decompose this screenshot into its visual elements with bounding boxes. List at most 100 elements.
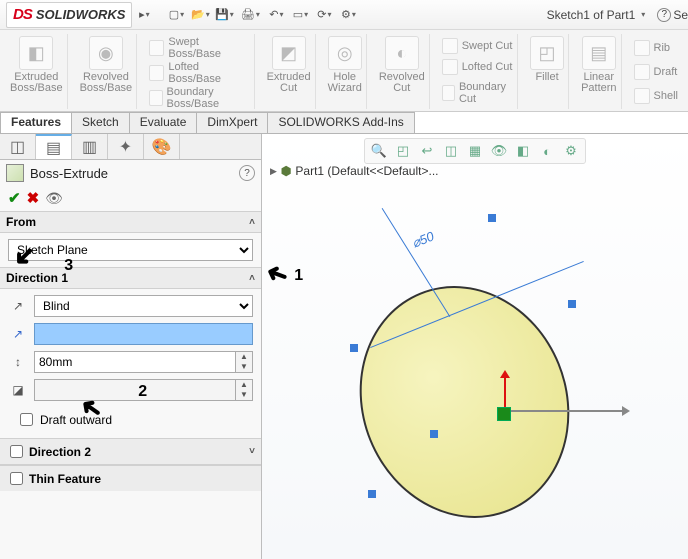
ribbon-lofted-cut[interactable]: Lofted Cut xyxy=(442,59,513,75)
new-doc-button[interactable]: ▢▾ xyxy=(165,4,187,26)
ribbon-draft[interactable]: Draft xyxy=(634,64,678,80)
title-bar: DS SOLIDWORKS ▸▾ ▢▾ 📂▾ 💾▾ 🖨▾ ↶▾ ▭▾ ⟳▾ ⚙▾… xyxy=(0,0,688,30)
ribbon-hole-wizard[interactable]: ◎Hole Wizard xyxy=(324,34,367,109)
property-manager: ◫ ▤ ▥ ✦ 🎨 Boss-Extrude ? ✔ ✖ 👁 From ˄ Sk… xyxy=(0,134,262,559)
from-label: From xyxy=(6,215,36,229)
graphics-viewport[interactable]: 🔍 ◰ ↩ ◫ ▦ 👁 ◧ ◐ ⚙ ▶ ⬢ Part1 (Default<<De… xyxy=(262,134,688,559)
save-button[interactable]: 💾▾ xyxy=(213,4,235,26)
select-button[interactable]: ▭▾ xyxy=(289,4,311,26)
feature-help-icon[interactable]: ? xyxy=(239,165,255,181)
pm-tab-dimxpert-icon[interactable]: ✦ xyxy=(108,134,144,159)
feature-title: Boss-Extrude xyxy=(30,166,108,181)
tab-addins[interactable]: SOLIDWORKS Add-Ins xyxy=(267,112,414,133)
zoom-area-icon[interactable]: ◰ xyxy=(393,141,413,161)
extrude-direction-arrow[interactable] xyxy=(504,410,624,412)
depth-icon: ↕ xyxy=(8,352,28,372)
print-button[interactable]: 🖨▾ xyxy=(237,3,263,27)
cancel-button[interactable]: ✖ xyxy=(27,189,40,207)
direction2-header[interactable]: Direction 2 ˅ xyxy=(0,438,261,465)
open-doc-button[interactable]: 📂▾ xyxy=(189,4,211,26)
chevron-up-icon: ˄ xyxy=(249,273,255,284)
appearance-icon[interactable]: ◧ xyxy=(513,141,533,161)
tab-dimxpert[interactable]: DimXpert xyxy=(196,112,268,133)
rebuild-button[interactable]: ⟳▾ xyxy=(313,4,335,26)
logo-text: SOLIDWORKS xyxy=(36,7,126,22)
ribbon-revolved-cut[interactable]: ◐Revolved Cut xyxy=(375,34,430,109)
tab-evaluate[interactable]: Evaluate xyxy=(129,112,198,133)
ribbon-shell[interactable]: Shell xyxy=(634,88,678,104)
thin-feature-header[interactable]: Thin Feature xyxy=(0,465,261,491)
ribbon-extruded-boss[interactable]: ◧Extruded Boss/Base xyxy=(6,34,68,109)
section-view-icon[interactable]: ◫ xyxy=(441,141,461,161)
hide-show-icon[interactable]: 👁 xyxy=(489,141,509,161)
depth-input[interactable] xyxy=(34,351,235,373)
prev-view-icon[interactable]: ↩ xyxy=(417,141,437,161)
pm-tab-config-icon[interactable]: ▥ xyxy=(72,134,108,159)
undo-button[interactable]: ↶▾ xyxy=(265,4,287,26)
ribbon-boss-group: Swept Boss/Base Lofted Boss/Base Boundar… xyxy=(145,34,254,109)
ribbon-revolved-boss[interactable]: ◉Revolved Boss/Base xyxy=(76,34,138,109)
view-toolbar: 🔍 ◰ ↩ ◫ ▦ 👁 ◧ ◐ ⚙ xyxy=(364,138,586,164)
reverse-direction-icon[interactable]: ↗ xyxy=(8,296,28,316)
app-logo: DS SOLIDWORKS xyxy=(6,2,132,28)
draft-angle-input xyxy=(34,379,235,401)
scene-icon[interactable]: ◐ xyxy=(537,141,557,161)
options-button[interactable]: ⚙▾ xyxy=(337,4,359,26)
command-tabs: Features Sketch Evaluate DimXpert SOLIDW… xyxy=(0,112,688,134)
annotation-1: ➜ 1 xyxy=(266,262,301,289)
display-style-icon[interactable]: ▦ xyxy=(465,141,485,161)
ribbon-linear-pattern[interactable]: ▤Linear Pattern xyxy=(577,34,621,109)
draft-spinner: ▲▼ xyxy=(235,379,253,401)
annotation-2: ➜ 2 xyxy=(80,396,115,423)
help-label: Se xyxy=(673,8,688,22)
thin-feature-checkbox[interactable] xyxy=(10,472,23,485)
ribbon-rib[interactable]: Rib xyxy=(634,40,671,56)
draft-outward-checkbox[interactable] xyxy=(20,413,33,426)
direction1-label: Direction 1 xyxy=(6,271,68,285)
ribbon-lofted-boss[interactable]: Lofted Boss/Base xyxy=(149,61,249,85)
pm-tab-appearance-icon[interactable]: 🎨 xyxy=(144,134,180,159)
origin-marker-icon xyxy=(497,407,511,421)
model-preview: ⌀50 xyxy=(302,194,682,554)
direction-vector-field[interactable] xyxy=(34,323,253,345)
thin-feature-label: Thin Feature xyxy=(29,472,101,486)
pm-tab-feature-tree-icon[interactable]: ◫ xyxy=(0,134,36,159)
history-back-button[interactable]: ▸▾ xyxy=(133,4,155,26)
chevron-up-icon: ˄ xyxy=(249,217,255,228)
diameter-dimension[interactable]: ⌀50 xyxy=(410,228,437,251)
breadcrumb[interactable]: Sketch1 of Part1 xyxy=(547,8,636,22)
draft-icon[interactable]: ◪ xyxy=(8,380,28,400)
ribbon-swept-cut[interactable]: Swept Cut xyxy=(442,38,513,54)
ribbon-boundary-cut[interactable]: Boundary Cut xyxy=(442,81,513,105)
zoom-fit-icon[interactable]: 🔍 xyxy=(369,141,389,161)
ribbon-extruded-cut[interactable]: ◩Extruded Cut xyxy=(263,34,316,109)
ribbon-boundary-boss[interactable]: Boundary Boss/Base xyxy=(149,86,249,110)
ribbon-fillet[interactable]: ◰Fillet xyxy=(526,34,569,109)
direction2-checkbox[interactable] xyxy=(10,445,23,458)
preview-toggle-icon[interactable]: 👁 xyxy=(45,190,63,207)
ok-button[interactable]: ✔ xyxy=(8,189,21,207)
from-header[interactable]: From ˄ xyxy=(0,211,261,233)
chevron-down-icon: ˅ xyxy=(249,446,255,457)
ribbon: ◧Extruded Boss/Base ◉Revolved Boss/Base … xyxy=(0,30,688,112)
view-settings-icon[interactable]: ⚙ xyxy=(561,141,581,161)
pm-tab-property-icon[interactable]: ▤ xyxy=(36,134,72,159)
direction2-label: Direction 2 xyxy=(29,445,91,459)
pm-tabs: ◫ ▤ ▥ ✦ 🎨 xyxy=(0,134,261,160)
feature-title-row: Boss-Extrude ? xyxy=(0,160,261,186)
tab-features[interactable]: Features xyxy=(0,112,72,133)
ribbon-cut-group: Swept Cut Lofted Cut Boundary Cut xyxy=(438,34,518,109)
tab-sketch[interactable]: Sketch xyxy=(71,112,130,133)
expand-tree-icon[interactable]: ▶ xyxy=(270,166,277,177)
annotation-3: ➜ 3 xyxy=(14,244,49,271)
tree-root-label: Part1 (Default<<Default>... xyxy=(295,164,438,178)
depth-spinner[interactable]: ▲▼ xyxy=(235,351,253,373)
direction-vector-icon[interactable]: ↗ xyxy=(8,324,28,344)
boss-extrude-icon xyxy=(6,164,24,182)
end-condition-select[interactable]: Blind xyxy=(34,295,253,317)
help-button[interactable]: ? Se xyxy=(657,8,688,22)
ribbon-last-group: Rib Draft Shell xyxy=(630,34,682,109)
ribbon-swept-boss[interactable]: Swept Boss/Base xyxy=(149,36,249,60)
flyout-tree[interactable]: ▶ ⬢ Part1 (Default<<Default>... xyxy=(270,164,439,178)
axis-y-icon xyxy=(504,376,506,410)
